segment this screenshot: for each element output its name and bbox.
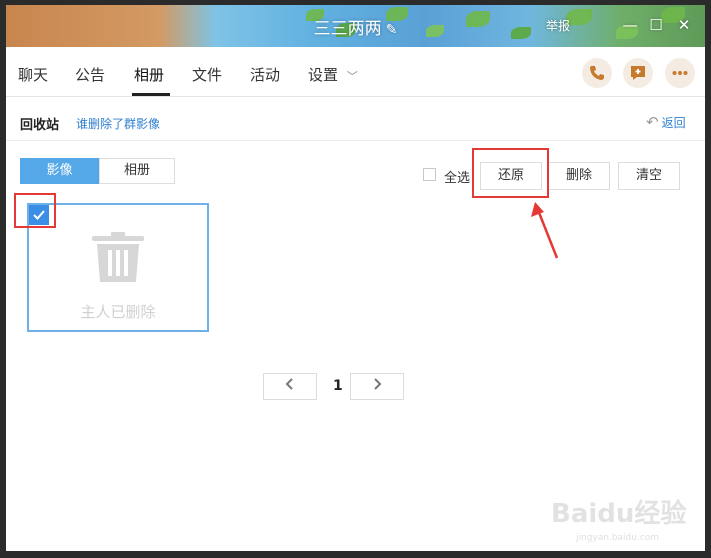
report-button[interactable]: 举报 <box>546 17 570 34</box>
more-options-button[interactable] <box>665 58 695 88</box>
baidu-watermark-url: jingyan.baidu.com <box>576 533 660 543</box>
highlight-checkbox-box <box>14 193 56 228</box>
more-dots-icon <box>672 71 688 75</box>
active-tab-indicator <box>132 93 170 96</box>
annotation-arrow-icon <box>531 202 559 259</box>
phone-call-button[interactable] <box>582 58 612 88</box>
deleted-placeholder-text: 主人已删除 <box>80 303 156 321</box>
back-button[interactable]: ↶ 返回 <box>646 113 686 131</box>
phone-icon <box>590 66 604 80</box>
chevron-left-icon <box>285 378 293 390</box>
baidu-watermark: Baidu经验 <box>551 499 687 529</box>
chevron-down-icon: ﹀ <box>346 70 358 83</box>
tab-activity[interactable]: 活动 <box>250 64 280 85</box>
segment-albums[interactable]: 相册 <box>99 158 175 184</box>
maximize-icon[interactable]: ☐ <box>646 15 666 35</box>
back-label: 返回 <box>661 116 686 130</box>
recycle-bin-header: 回收站 谁删除了群影像 ↶ 返回 <box>6 97 705 141</box>
tab-album[interactable]: 相册 <box>134 64 164 85</box>
close-icon[interactable]: ✕ <box>674 15 694 35</box>
minimize-icon[interactable]: — <box>620 15 640 35</box>
delete-button[interactable]: 删除 <box>548 162 610 190</box>
tab-chat[interactable]: 聊天 <box>18 64 48 85</box>
recycle-bin-title: 回收站 <box>20 118 60 133</box>
who-deleted-link[interactable]: 谁删除了群影像 <box>76 115 160 132</box>
next-page-button[interactable] <box>350 373 404 400</box>
segment-photos[interactable]: 影像 <box>20 158 99 184</box>
chevron-right-icon <box>374 378 382 390</box>
group-name: 三三两两 <box>313 19 382 39</box>
tab-notice[interactable]: 公告 <box>75 64 105 85</box>
app-window: 三三两两 ✎ 举报 — ☐ ✕ 聊天 公告 相册 文件 活动 设置 ﹀ 回收站 谁… <box>6 5 705 551</box>
highlight-restore-box <box>472 148 549 198</box>
add-chat-icon <box>631 66 645 80</box>
back-arrow-icon: ↶ <box>646 113 659 131</box>
tab-settings[interactable]: 设置 ﹀ <box>308 64 358 85</box>
tab-files[interactable]: 文件 <box>192 64 222 85</box>
prev-page-button[interactable] <box>263 373 317 400</box>
tab-settings-label: 设置 <box>308 66 339 84</box>
title-bar[interactable]: 三三两两 ✎ 举报 — ☐ ✕ <box>6 5 705 47</box>
clear-button[interactable]: 清空 <box>618 162 680 190</box>
select-all-checkbox[interactable] <box>423 168 436 181</box>
add-message-button[interactable] <box>623 58 653 88</box>
window-title: 三三两两 ✎ <box>6 14 705 39</box>
current-page-number[interactable]: 1 <box>333 378 343 394</box>
trash-icon <box>92 232 144 282</box>
edit-pencil-icon[interactable]: ✎ <box>386 22 398 38</box>
select-all-label[interactable]: 全选 <box>444 167 470 186</box>
